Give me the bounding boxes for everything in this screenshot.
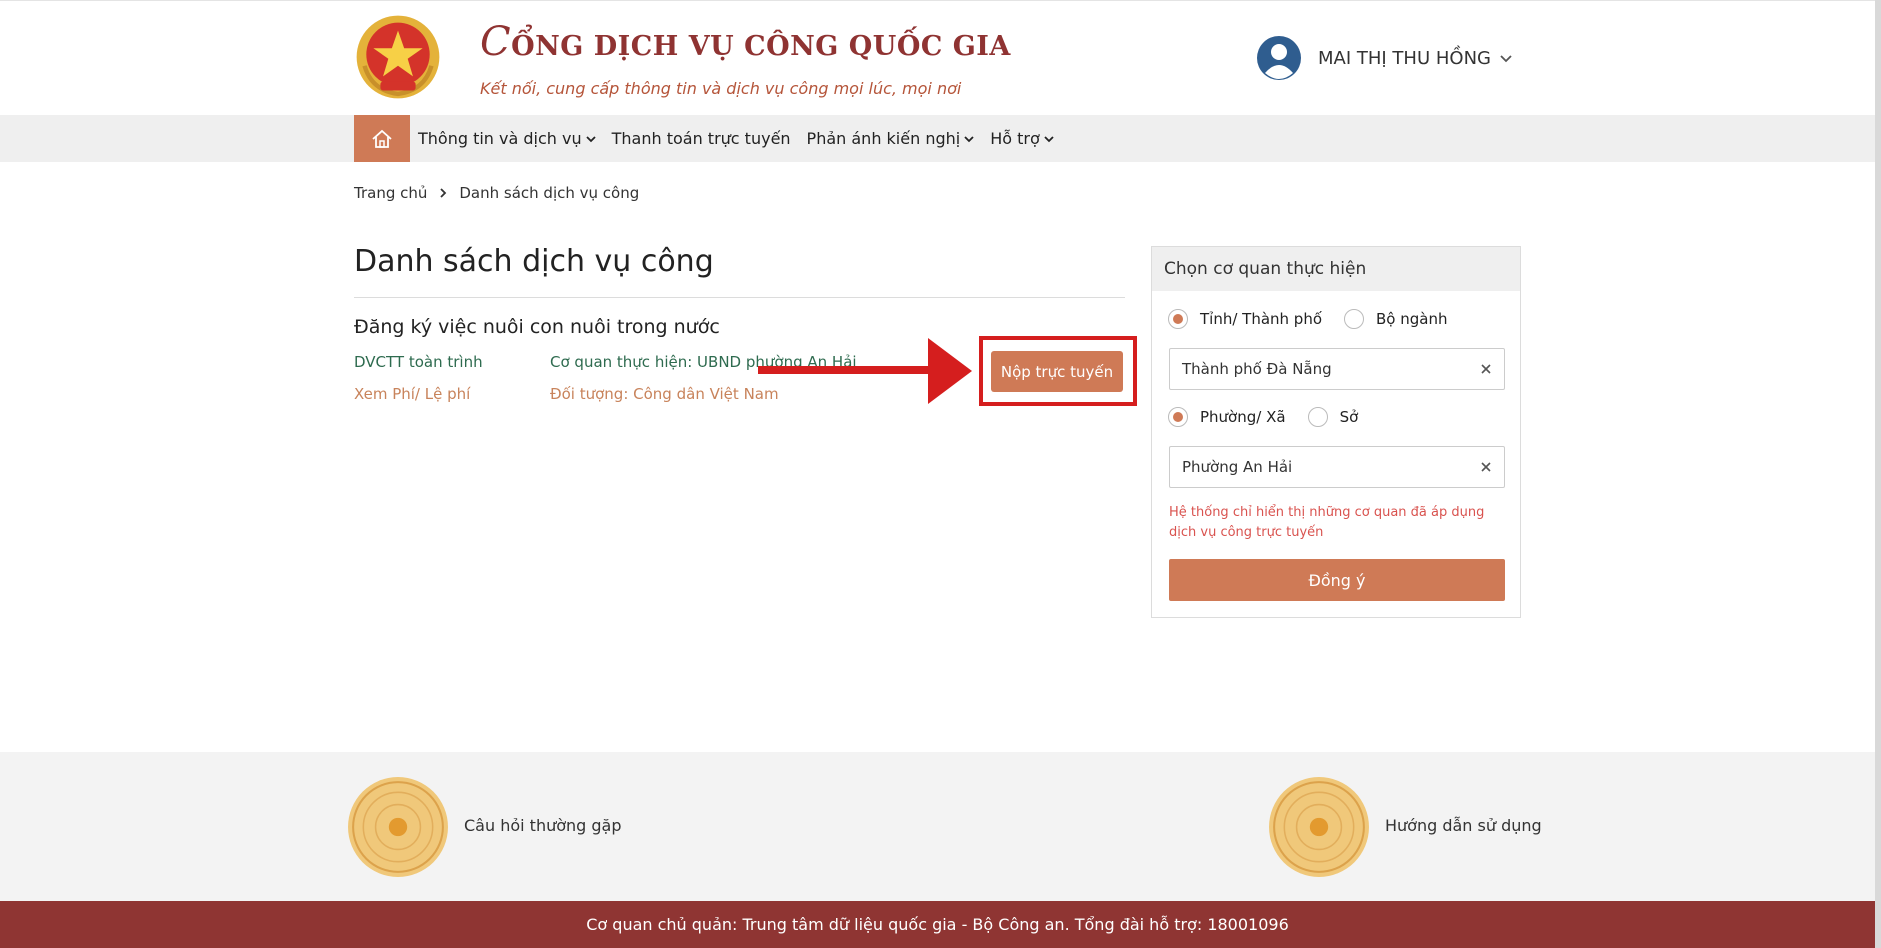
- footer-copyright-bar: Cơ quan chủ quản: Trung tâm dữ liệu quốc…: [0, 901, 1875, 948]
- window-scrollbar[interactable]: [1875, 0, 1881, 948]
- submit-online-button[interactable]: Nộp trực tuyến: [991, 351, 1123, 392]
- radio-ministry-label: Bộ ngành: [1376, 310, 1448, 328]
- red-arrow-annotation: [758, 338, 972, 404]
- agree-button[interactable]: Đồng ý: [1169, 559, 1505, 601]
- portal-title-rest: ỔNG DỊCH VỤ CÔNG QUỐC GIA: [511, 31, 1011, 62]
- page-title: Danh sách dịch vụ công: [354, 244, 714, 279]
- radio-department-label: Sở: [1339, 408, 1359, 426]
- nav-item-label: Phản ánh kiến nghị: [806, 129, 961, 148]
- chevron-right-icon: [440, 188, 447, 198]
- chevron-down-icon: [585, 135, 596, 142]
- radio-province-label: Tỉnh/ Thành phố: [1200, 310, 1323, 328]
- fees-link[interactable]: Xem Phí/ Lệ phí: [354, 385, 470, 403]
- footer-links-band: Câu hỏi thường gặp Hướng dẫn sử dụng: [0, 752, 1875, 901]
- chevron-down-icon: [964, 135, 974, 142]
- breadcrumb-current: Danh sách dịch vụ công: [459, 184, 640, 202]
- service-target: Đối tượng: Công dân Việt Nam: [550, 385, 779, 403]
- portal-subtitle: Kết nối, cung cấp thông tin và dịch vụ c…: [480, 79, 962, 98]
- nav-home-button[interactable]: [354, 115, 410, 162]
- site-header: CỔNG DỊCH VỤ CÔNG QUỐC GIA Kết nối, cung…: [0, 0, 1875, 115]
- nav-item-online-payment[interactable]: Thanh toán trực tuyến: [612, 129, 791, 148]
- radio-ward[interactable]: [1168, 407, 1188, 427]
- faq-medal-icon: [348, 777, 448, 877]
- ward-select[interactable]: Phường An Hải: [1169, 446, 1505, 488]
- service-title[interactable]: Đăng ký việc nuôi con nuôi trong nước: [354, 316, 720, 338]
- radio-province[interactable]: [1168, 309, 1188, 329]
- footer-copyright: Cơ quan chủ quản: Trung tâm dữ liệu quốc…: [586, 915, 1289, 934]
- user-menu[interactable]: MAI THỊ THU HỒNG: [1256, 35, 1513, 81]
- clear-icon[interactable]: [1480, 461, 1492, 473]
- chevron-down-icon: [1500, 55, 1512, 63]
- panel-title: Chọn cơ quan thực hiện: [1152, 247, 1520, 291]
- nav-item-label: Thanh toán trực tuyến: [611, 129, 791, 148]
- title-divider: [354, 297, 1125, 298]
- home-icon: [372, 129, 392, 148]
- service-type-link[interactable]: DVCTT toàn trình: [354, 353, 483, 371]
- clear-icon[interactable]: [1480, 363, 1492, 375]
- nav-item-support[interactable]: Hỗ trợ: [990, 129, 1054, 148]
- user-avatar-icon: [1257, 36, 1301, 80]
- national-emblem-icon: [356, 15, 440, 99]
- portal-title-initial: C: [480, 19, 512, 65]
- breadcrumb-home[interactable]: Trang chủ: [354, 184, 427, 202]
- panel-note: Hệ thống chỉ hiển thị những cơ quan đã á…: [1169, 505, 1485, 540]
- guide-medal-icon: [1269, 777, 1369, 877]
- user-name: MAI THỊ THU HỒNG: [1318, 47, 1491, 69]
- nav-item-label: Thông tin và dịch vụ: [418, 129, 582, 148]
- agency-filter-panel: Chọn cơ quan thực hiện Tỉnh/ Thành phố B…: [1151, 246, 1521, 618]
- radio-ward-label: Phường/ Xã: [1200, 408, 1286, 426]
- nav-item-label: Hỗ trợ: [990, 129, 1040, 148]
- level2-radio-group: Phường/ Xã Sở: [1168, 407, 1380, 427]
- user-guide-link[interactable]: Hướng dẫn sử dụng: [1385, 816, 1542, 835]
- province-select[interactable]: Thành phố Đà Nẵng: [1169, 348, 1505, 390]
- faq-link[interactable]: Câu hỏi thường gặp: [464, 816, 622, 835]
- main-nav: Thông tin và dịch vụ Thanh toán trực tuy…: [0, 115, 1875, 162]
- nav-item-feedback[interactable]: Phản ánh kiến nghị: [807, 129, 975, 148]
- portal-title[interactable]: CỔNG DỊCH VỤ CÔNG QUỐC GIA: [480, 19, 1011, 65]
- chevron-down-icon: [1044, 135, 1054, 142]
- radio-ministry[interactable]: [1344, 309, 1365, 329]
- level1-radio-group: Tỉnh/ Thành phố Bộ ngành: [1168, 309, 1470, 329]
- province-select-value: Thành phố Đà Nẵng: [1182, 360, 1332, 378]
- breadcrumb: Trang chủ Danh sách dịch vụ công: [354, 184, 639, 202]
- ward-select-value: Phường An Hải: [1182, 458, 1293, 476]
- nav-item-info-services[interactable]: Thông tin và dịch vụ: [418, 129, 596, 148]
- radio-department[interactable]: [1307, 407, 1328, 427]
